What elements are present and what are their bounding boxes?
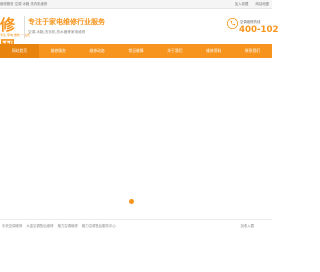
footer-link[interactable]: 格力空调售后服务中心 — [82, 223, 116, 228]
footer-link[interactable]: 中央空调维修 — [2, 223, 22, 228]
hotline: 空调维修热线 400-102 — [227, 18, 278, 42]
footer-link[interactable]: 大金空调售后维修 — [26, 223, 53, 228]
footer-favorite-link[interactable]: 加收入藏 — [240, 223, 254, 228]
nav-item-docs[interactable]: 维修资料 — [194, 44, 233, 58]
slider-dot[interactable] — [129, 199, 134, 204]
header-slogan: 专注于家电维修行业服务 — [28, 18, 105, 26]
footer-divider — [0, 219, 272, 220]
nav-item-service[interactable]: 维修服务 — [39, 44, 78, 58]
footer-link[interactable]: 格力空调维修 — [57, 223, 77, 228]
footer-links-bar: 中央空调维修 大金空调售后维修 格力空调维修 格力空调售后服务中心 加收入藏 — [0, 222, 272, 232]
top-bar: 维修服务 空调 冰箱 洗衣机维修 加入收藏 网站地图 — [0, 0, 272, 9]
hotline-number[interactable]: 400-102 — [239, 25, 278, 35]
nav-item-contact[interactable]: 联系我们 — [233, 44, 272, 58]
sitemap-link[interactable]: 网站地图 — [255, 2, 269, 6]
header-sub-slogan: 空调,冰箱,洗衣机,热水器等家电维修 — [28, 30, 86, 34]
nav-item-news[interactable]: 维修动态 — [78, 44, 117, 58]
topbar-info: 维修服务 空调 冰箱 洗衣机维修 — [0, 2, 48, 6]
nav-item-about[interactable]: 关于我们 — [155, 44, 194, 58]
topbar-links: 加入收藏 网站地图 — [229, 1, 269, 6]
add-favorite-link[interactable]: 加入收藏 — [235, 2, 249, 6]
logo-subtitle: 专注·家电·维修·一站式 — [0, 33, 30, 37]
banner-slider — [0, 58, 272, 216]
main-nav: 网站首页 维修服务 维修动态 常见故障 关于我们 维修资料 联系我们 — [0, 44, 272, 58]
nav-item-faults[interactable]: 常见故障 — [117, 44, 156, 58]
site-logo[interactable]: 修网 专注·家电·维修·一站式 — [0, 14, 30, 55]
header-divider — [24, 16, 25, 38]
nav-item-home[interactable]: 网站首页 — [0, 44, 39, 58]
phone-icon — [227, 18, 238, 29]
hotline-label: 空调维修热线 — [240, 20, 261, 24]
footer-links: 中央空调维修 大金空调售后维修 格力空调维修 格力空调售后服务中心 — [0, 223, 120, 228]
